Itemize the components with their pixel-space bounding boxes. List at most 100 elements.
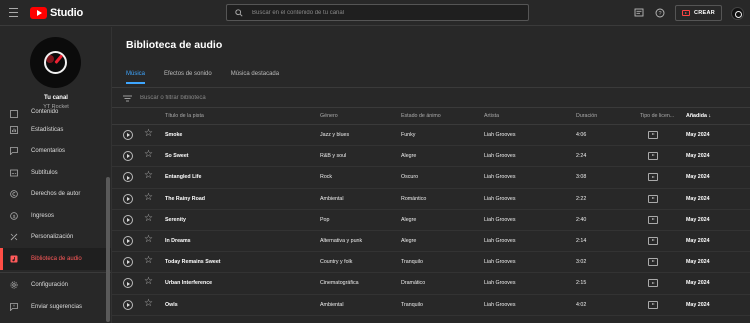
track-title: So Sweet xyxy=(165,153,189,160)
table-row[interactable]: ☆ So Sweet R&B y soul Alegre Liah Groove… xyxy=(112,146,750,168)
license-icon[interactable] xyxy=(648,194,658,203)
search-icon xyxy=(235,8,243,17)
star-icon[interactable]: ☆ xyxy=(144,171,153,181)
column-header-duration[interactable]: Duración xyxy=(576,113,597,119)
tab-music[interactable]: Música xyxy=(126,70,146,84)
table-row[interactable]: ☆ In Dreams Alternativa y punk Alegre Li… xyxy=(112,231,750,253)
sidebar-item-earn[interactable]: $ Ingresos xyxy=(0,205,111,227)
tabs-divider xyxy=(112,87,750,88)
play-icon[interactable] xyxy=(123,257,133,268)
license-icon[interactable] xyxy=(648,258,658,267)
sidebar-item-label: Ingresos xyxy=(31,212,55,219)
license-icon[interactable] xyxy=(648,131,658,139)
play-icon[interactable] xyxy=(123,299,133,310)
track-genre: Rock xyxy=(320,174,333,181)
track-artist: Liah Grooves xyxy=(484,174,516,181)
license-icon[interactable] xyxy=(648,215,658,224)
track-duration: 3:02 xyxy=(576,259,587,266)
license-icon[interactable] xyxy=(648,300,658,309)
column-header-added[interactable]: Añadida ↓ xyxy=(686,113,711,119)
sidebar-item-settings[interactable]: Configuración xyxy=(0,275,111,297)
sidebar-item-label: Biblioteca de audio xyxy=(31,255,82,262)
top-bar: Studio ? CREAR xyxy=(0,0,750,26)
table-row[interactable]: ☆ Urban Interference Cinematográfica Dra… xyxy=(112,273,750,295)
play-icon[interactable] xyxy=(123,235,133,246)
filter-bar[interactable] xyxy=(123,93,360,103)
play-icon[interactable] xyxy=(123,130,133,140)
license-icon[interactable] xyxy=(648,279,658,288)
table-row[interactable]: ☆ Owls Ambiental Tranquilo Liah Grooves … xyxy=(112,295,750,316)
sidebar-item-audio-library[interactable]: Biblioteca de audio xyxy=(0,248,111,270)
account-avatar[interactable] xyxy=(731,6,744,20)
sidebar-item-content[interactable]: Contenido xyxy=(0,109,111,119)
license-icon[interactable] xyxy=(648,236,658,245)
table-row[interactable]: ☆ The Rainy Road Ambiental Romántico Lia… xyxy=(112,189,750,210)
track-mood: Dramático xyxy=(401,280,426,287)
sidebar-item-feedback[interactable]: Enviar sugerencias xyxy=(0,296,111,318)
star-icon[interactable]: ☆ xyxy=(144,234,153,245)
sidebar-item-analytics[interactable]: Estadísticas xyxy=(0,119,111,141)
star-icon[interactable]: ☆ xyxy=(144,129,153,139)
gear-icon xyxy=(9,281,18,290)
star-icon[interactable]: ☆ xyxy=(144,150,153,160)
sidebar-divider xyxy=(0,271,111,273)
feedback-icon xyxy=(9,302,18,311)
play-icon[interactable] xyxy=(123,193,133,204)
star-icon[interactable]: ☆ xyxy=(144,298,153,309)
track-duration: 2:15 xyxy=(576,280,587,287)
create-button[interactable]: CREAR xyxy=(674,5,722,21)
table-row[interactable]: ☆ Entangled Life Rock Oscuro Liah Groove… xyxy=(112,167,750,189)
hamburger-menu-icon[interactable] xyxy=(9,8,18,17)
track-mood: Oscuro xyxy=(401,174,419,181)
column-header-artist[interactable]: Artista xyxy=(484,113,499,119)
track-artist: Liah Grooves xyxy=(484,195,516,202)
sidebar-scrollbar[interactable] xyxy=(106,177,110,322)
star-icon[interactable]: ☆ xyxy=(144,277,153,287)
comments-icon xyxy=(9,147,18,156)
play-icon[interactable] xyxy=(123,214,133,225)
sidebar-item-customization[interactable]: Personalización xyxy=(0,227,111,249)
track-artist: Liah Grooves xyxy=(484,301,516,308)
column-header-title[interactable]: Título de la pista xyxy=(165,113,204,119)
star-icon[interactable]: ☆ xyxy=(144,192,153,203)
track-added-date: May 2024 xyxy=(686,216,710,223)
star-icon[interactable]: ☆ xyxy=(144,213,153,224)
studio-logo[interactable]: Studio xyxy=(30,6,83,20)
sidebar-item-subtitles[interactable]: Subtítulos xyxy=(0,162,111,184)
column-header-license[interactable]: Tipo de licen... xyxy=(640,113,674,119)
video-camera-icon xyxy=(681,10,690,16)
track-duration: 4:06 xyxy=(576,132,587,138)
column-header-mood[interactable]: Estado de ánimo xyxy=(401,113,441,119)
search-input[interactable] xyxy=(252,9,512,16)
tab-featured-music[interactable]: Música destacada xyxy=(231,70,279,84)
track-artist: Liah Grooves xyxy=(484,132,516,138)
track-genre: Cinematográfica xyxy=(320,280,359,287)
table-row[interactable]: ☆ Serenity Pop Alegre Liah Grooves 2:40 … xyxy=(112,210,750,231)
star-icon[interactable]: ☆ xyxy=(144,256,153,266)
table-row[interactable]: ☆ Today Remains Sweet Country y folk Tra… xyxy=(112,252,750,274)
license-icon[interactable] xyxy=(648,152,658,161)
sidebar-item-label: Configuración xyxy=(31,282,69,289)
track-artist: Liah Grooves xyxy=(484,280,516,287)
tab-sound-effects[interactable]: Efectos de sonido xyxy=(164,70,212,84)
channel-avatar[interactable] xyxy=(30,37,81,88)
filter-input[interactable] xyxy=(140,95,360,101)
search-bar[interactable] xyxy=(226,4,529,21)
track-added-date: May 2024 xyxy=(686,153,710,160)
column-header-genre[interactable]: Género xyxy=(320,113,338,119)
track-list: ☆ Smoke Jazz y blues Funky Liah Grooves … xyxy=(112,125,750,316)
play-icon[interactable] xyxy=(123,151,133,162)
track-added-date: May 2024 xyxy=(686,237,710,244)
license-icon[interactable] xyxy=(648,173,658,182)
sidebar-item-label: Derechos de autor xyxy=(31,191,81,198)
tab-bar: Música Efectos de sonido Música destacad… xyxy=(126,70,298,84)
play-icon[interactable] xyxy=(123,172,133,183)
sidebar-item-comments[interactable]: Comentarios xyxy=(0,141,111,163)
sidebar-item-copyright[interactable]: Derechos de autor xyxy=(0,184,111,206)
play-icon[interactable] xyxy=(123,278,133,289)
table-row[interactable]: ☆ Smoke Jazz y blues Funky Liah Grooves … xyxy=(112,125,750,147)
sidebar-item-label: Personalización xyxy=(31,234,74,241)
help-icon[interactable]: ? xyxy=(654,7,666,19)
messages-icon[interactable] xyxy=(633,7,645,19)
track-genre: Ambiental xyxy=(320,195,344,202)
